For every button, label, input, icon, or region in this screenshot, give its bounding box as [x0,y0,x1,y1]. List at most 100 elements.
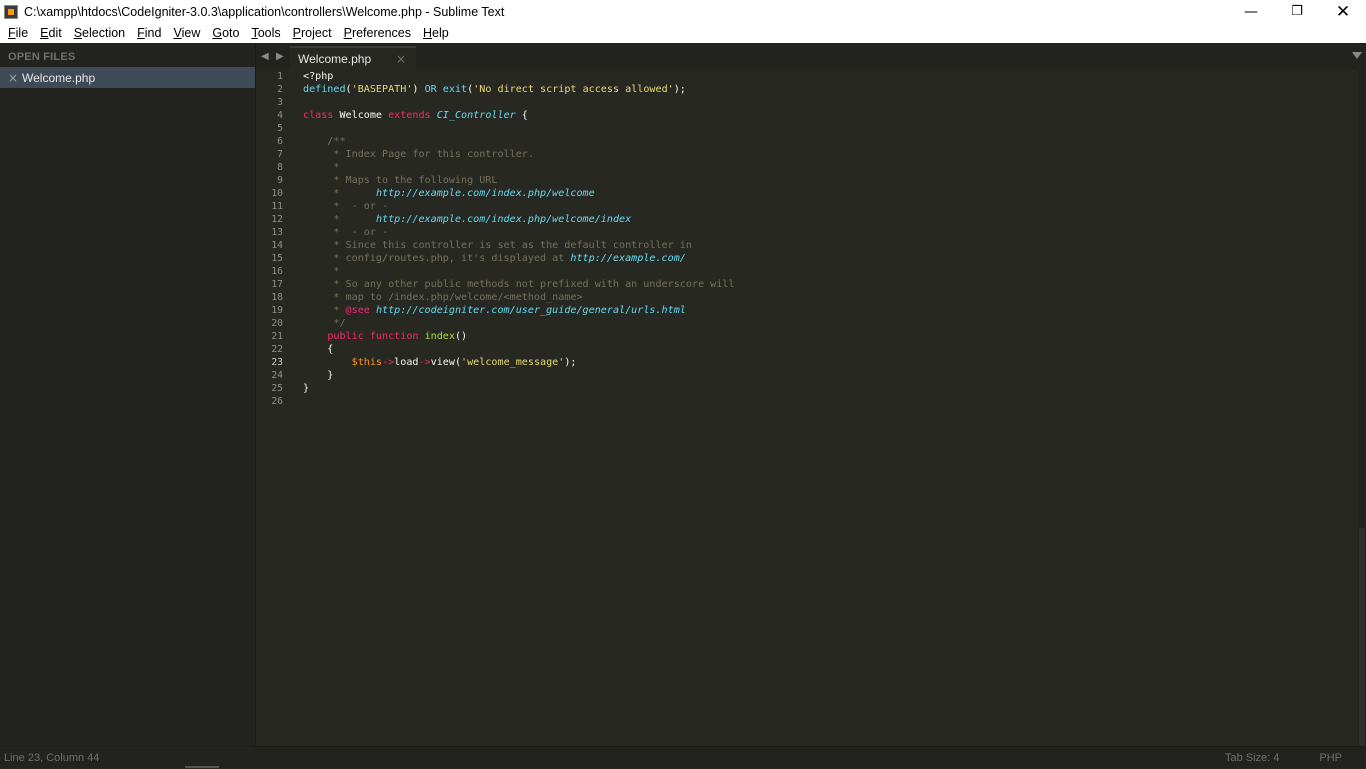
code-line[interactable]: * Since this controller is set as the de… [303,239,734,252]
menu-preferences[interactable]: Preferences [338,26,417,40]
code-line[interactable]: * http://example.com/index.php/welcome/i… [303,213,734,226]
line-number: 1 [277,71,283,82]
code-line[interactable]: * http://example.com/index.php/welcome [303,187,734,200]
code-line[interactable]: } [303,382,734,395]
code-token: () [454,331,468,342]
code-line[interactable]: $this->load->view('welcome_message'); [303,356,734,369]
code-area[interactable]: <?php defined('BASEPATH') OR exit('No dir… [303,70,734,408]
code-line[interactable]: * Index Page for this controller. [303,148,734,161]
code-token: * Since this controller is set as the de… [303,240,692,251]
code-line[interactable]: * So any other public methods not prefix… [303,278,734,291]
line-number: 14 [271,240,283,251]
code-token: Welcome [333,110,389,121]
code-line[interactable]: * - or - [303,226,734,239]
code-token: http://example.com/ [570,253,686,264]
code-line[interactable]: * map to /index.php/welcome/<method_name… [303,291,734,304]
line-number: 13 [271,227,283,238]
code-token: public [327,331,364,342]
vertical-scrollbar[interactable] [1358,70,1366,746]
code-token: * [303,162,340,173]
code-line[interactable]: * @see http://codeigniter.com/user_guide… [303,304,734,317]
status-bar: Line 23, Column 44 Tab Size: 4 PHP [0,746,1366,768]
restore-icon: ❐ [1291,4,1303,19]
menu-tools[interactable]: Tools [245,26,286,40]
menu-view[interactable]: View [167,26,206,40]
tab-dropdown-icon[interactable] [1352,52,1362,59]
code-line[interactable]: { [303,343,734,356]
line-number: 16 [271,266,283,277]
code-line[interactable]: * Maps to the following URL [303,174,734,187]
code-token: */ [303,318,346,329]
code-token: class [303,110,334,121]
line-number: 26 [271,396,283,407]
code-token: * [303,214,376,225]
menu-selection[interactable]: Selection [68,26,131,40]
tab-prev-icon[interactable]: ◀ [261,51,269,62]
menu-project[interactable]: Project [287,26,338,40]
code-line[interactable]: <?php [303,70,734,83]
tab-bar: ◀ ▶ Welcome.php × [256,43,1366,70]
line-number: 21 [271,331,283,342]
code-token: CI_Controller [436,110,516,121]
line-number: 7 [277,149,283,160]
code-line[interactable]: } [303,369,734,382]
code-line[interactable] [303,96,734,109]
menu-goto[interactable]: Goto [206,26,245,40]
close-button[interactable]: ✕ [1320,0,1366,23]
code-token: 'welcome_message' [461,357,565,368]
code-token: * config/routes.php, it's displayed at [303,253,571,264]
code-line[interactable]: * [303,161,734,174]
code-token: 'BASEPATH' [351,84,413,95]
menu-find[interactable]: Find [131,26,167,40]
code-token: * - or - [303,227,389,238]
menu-help[interactable]: Help [417,26,455,40]
line-number: 15 [271,253,283,264]
tab-next-icon[interactable]: ▶ [276,51,284,62]
code-line[interactable]: */ [303,317,734,330]
code-token: } [303,370,334,381]
code-editor[interactable]: 1 2 3 4 5 6 7 8 9 10 11 12 13 14 15 16 17 18 19 20 21 22 23 24 2… [256,70,1358,746]
code-token: * Index Page for this controller. [303,149,534,160]
cursor-position: Line 23, Column 44 [4,751,100,764]
syntax-indicator[interactable]: PHP [1319,752,1342,764]
code-line[interactable] [303,395,734,408]
close-file-icon[interactable]: × [8,71,22,85]
line-number: 4 [277,110,283,121]
code-token: -> [382,357,395,368]
line-number: 9 [277,175,283,186]
code-line[interactable]: * config/routes.php, it's displayed at h… [303,252,734,265]
code-line[interactable]: defined('BASEPATH') OR exit('No direct s… [303,83,734,96]
line-number: 3 [277,97,283,108]
sidebar-file-welcome[interactable]: × Welcome.php [0,67,255,88]
line-number: 18 [271,292,283,303]
menu-edit[interactable]: Edit [34,26,68,40]
code-line[interactable]: /** [303,135,734,148]
window-title: C:\xampp\htdocs\CodeIgniter-3.0.3\applic… [24,4,505,19]
scrollbar-thumb[interactable] [1359,528,1365,746]
code-token: { [303,344,334,355]
code-line[interactable]: class Welcome extends CI_Controller { [303,109,734,122]
code-token: exit [442,84,468,95]
code-line[interactable]: * [303,265,734,278]
code-line[interactable]: public function index() [303,330,734,343]
code-token: view( [430,357,462,368]
sidebar: OPEN FILES × Welcome.php [0,43,256,746]
tab-welcome-php[interactable]: Welcome.php × [290,46,416,70]
restore-button[interactable]: ❐ [1274,0,1320,23]
tab-close-icon[interactable]: × [396,52,406,66]
minimize-button[interactable]: — [1228,0,1274,23]
tab-size-indicator[interactable]: Tab Size: 4 [1225,752,1279,764]
code-token: ) [412,84,425,95]
code-line[interactable]: * - or - [303,200,734,213]
code-token: ); [564,357,577,368]
menu-file[interactable]: File [2,26,34,40]
code-token: * - or - [303,201,389,212]
code-line[interactable] [303,122,734,135]
code-token: -> [418,357,431,368]
code-token: * Maps to the following URL [303,175,498,186]
line-number: 25 [271,383,283,394]
line-number: 10 [271,188,283,199]
code-token: * [303,266,340,277]
